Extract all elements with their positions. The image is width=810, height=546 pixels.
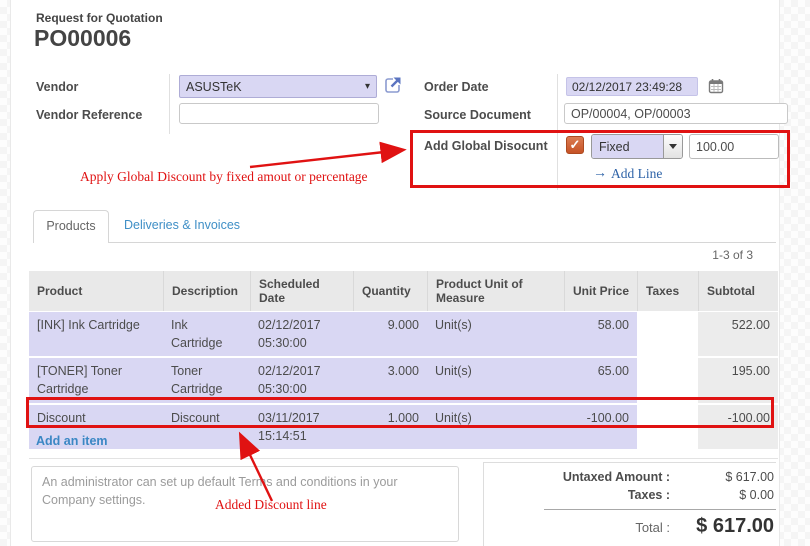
taxes-row: Taxes : $ 0.00 <box>484 488 776 502</box>
vendor-reference-input[interactable] <box>179 103 379 124</box>
add-an-item-link[interactable]: Add an item <box>36 434 108 448</box>
discount-type-select[interactable]: Fixed <box>591 134 683 159</box>
cell-quantity[interactable]: 3.000 <box>353 358 427 402</box>
column-header-unit-price[interactable]: Unit Price <box>564 271 637 311</box>
total-row: Total : $ 617.00 <box>484 515 776 538</box>
cell-quantity[interactable]: 1.000 <box>353 405 427 449</box>
cell-description[interactable]: Ink Cartridge <box>163 312 250 356</box>
totals-divider <box>544 509 776 510</box>
cell-product[interactable]: [TONER] Toner Cartridge <box>29 358 163 402</box>
taxes-value: $ 0.00 <box>670 488 776 502</box>
cell-taxes[interactable] <box>637 358 698 402</box>
cell-subtotal: -100.00 <box>698 405 778 449</box>
column-header-quantity[interactable]: Quantity <box>353 271 427 311</box>
vendor-label: Vendor <box>36 80 78 94</box>
cell-taxes[interactable] <box>637 405 698 449</box>
untaxed-amount-label: Untaxed Amount : <box>484 470 670 484</box>
cell-unit-price[interactable]: -100.00 <box>564 405 637 449</box>
cell-scheduled-date[interactable]: 03/11/2017 15:14:51 <box>250 405 353 449</box>
totals-panel: Untaxed Amount : $ 617.00 Taxes : $ 0.00… <box>483 462 776 546</box>
annotation-note-discount-line: Added Discount line <box>215 497 327 513</box>
source-document-input[interactable] <box>564 103 788 124</box>
section-divider <box>29 458 778 459</box>
calendar-icon <box>708 78 724 94</box>
column-header-scheduled-date[interactable]: Scheduled Date <box>250 271 353 311</box>
cell-description[interactable]: Toner Cartridge <box>163 358 250 402</box>
order-date-label: Order Date <box>424 80 489 94</box>
cell-unit-price[interactable]: 58.00 <box>564 312 637 356</box>
field-group-divider-right <box>557 74 558 190</box>
cell-description[interactable]: Discount <box>163 405 250 449</box>
column-header-product[interactable]: Product <box>29 271 163 311</box>
field-group-divider-left <box>169 74 170 134</box>
page-title: PO00006 <box>34 25 131 52</box>
annotation-note-discount-field: Apply Global Discount by fixed amout or … <box>80 169 368 185</box>
vendor-reference-label: Vendor Reference <box>36 108 142 122</box>
total-value: $ 617.00 <box>670 515 776 538</box>
cell-uom[interactable]: Unit(s) <box>427 405 564 449</box>
vendor-open-record-button[interactable] <box>383 75 403 95</box>
arrow-right-icon: → <box>593 166 607 182</box>
cell-uom[interactable]: Unit(s) <box>427 312 564 356</box>
cell-unit-price[interactable]: 65.00 <box>564 358 637 402</box>
discount-amount-input[interactable] <box>689 134 779 159</box>
vendor-select-value: ASUSTeK <box>186 80 242 94</box>
tab-bar-divider <box>108 242 776 243</box>
column-header-subtotal[interactable]: Subtotal <box>698 271 778 311</box>
untaxed-amount-value: $ 617.00 <box>670 470 776 484</box>
document-type-label: Request for Quotation <box>36 11 163 25</box>
column-header-taxes[interactable]: Taxes <box>637 271 698 311</box>
global-discount-label: Add Global Disocunt <box>424 139 548 153</box>
table-row[interactable]: [INK] Ink Cartridge Ink Cartridge 02/12/… <box>29 312 778 356</box>
add-line-label: Add Line <box>611 166 662 182</box>
discount-type-value: Fixed <box>592 135 663 158</box>
vendor-select[interactable]: ASUSTeK ▾ <box>179 75 377 98</box>
table-row[interactable]: [TONER] Toner Cartridge Toner Cartridge … <box>29 358 778 402</box>
cell-scheduled-date[interactable]: 02/12/2017 05:30:00 <box>250 358 353 402</box>
pager-range: 1-3 of 3 <box>651 248 753 262</box>
table-header-row: Product Description Scheduled Date Quant… <box>29 271 778 311</box>
cell-scheduled-date[interactable]: 02/12/2017 05:30:00 <box>250 312 353 356</box>
total-label: Total : <box>484 520 670 535</box>
order-lines-table: Product Description Scheduled Date Quant… <box>29 271 778 451</box>
add-line-button[interactable]: → Add Line <box>593 166 662 182</box>
order-date-input[interactable] <box>566 77 698 96</box>
checkmark-icon: ✓ <box>570 137 581 153</box>
cell-subtotal: 522.00 <box>698 312 778 356</box>
cell-taxes[interactable] <box>637 312 698 356</box>
source-document-label: Source Document <box>424 108 531 122</box>
caret-down-icon: ▾ <box>365 81 370 92</box>
global-discount-checkbox[interactable]: ✓ <box>566 136 584 154</box>
cell-subtotal: 195.00 <box>698 358 778 402</box>
cell-product[interactable]: [INK] Ink Cartridge <box>29 312 163 356</box>
form-view: Request for Quotation PO00006 Vendor ASU… <box>10 0 780 546</box>
tab-products[interactable]: Products <box>33 210 109 243</box>
cell-quantity[interactable]: 9.000 <box>353 312 427 356</box>
column-header-uom[interactable]: Product Unit of Measure <box>427 271 564 311</box>
external-link-icon <box>383 75 403 95</box>
caret-down-icon <box>669 144 677 149</box>
column-header-description[interactable]: Description <box>163 271 250 311</box>
tab-deliveries-invoices[interactable]: Deliveries & Invoices <box>124 218 240 232</box>
taxes-label: Taxes : <box>484 488 670 502</box>
table-row-discount[interactable]: Discount Discount 03/11/2017 15:14:51 1.… <box>29 405 778 449</box>
date-picker-button[interactable] <box>708 78 724 94</box>
discount-type-dropdown-button[interactable] <box>663 135 682 158</box>
untaxed-amount-row: Untaxed Amount : $ 617.00 <box>484 470 776 484</box>
cell-uom[interactable]: Unit(s) <box>427 358 564 402</box>
